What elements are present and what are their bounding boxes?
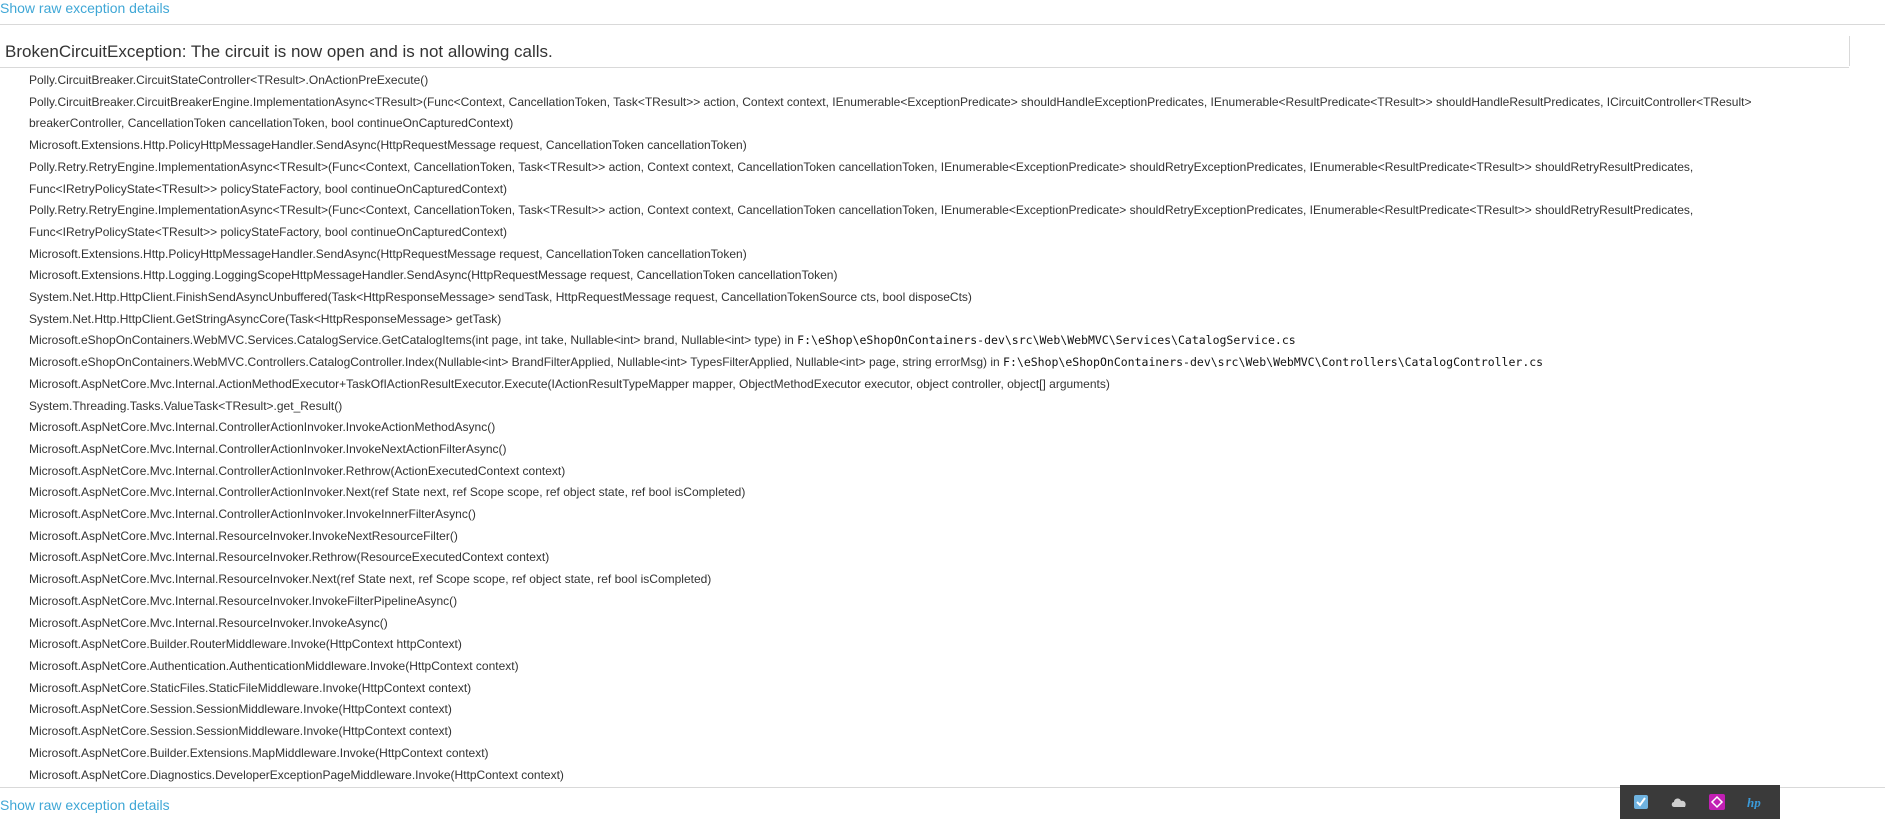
stack-frame: Microsoft.AspNetCore.Mvc.Internal.Contro… [29, 439, 1819, 461]
stack-frame-method: Microsoft.Extensions.Http.PolicyHttpMess… [29, 246, 747, 261]
stack-frame: Microsoft.AspNetCore.Mvc.Internal.Contro… [29, 461, 1819, 483]
stack-frame-method: Polly.CircuitBreaker.CircuitStateControl… [29, 73, 429, 87]
stack-frame: Microsoft.AspNetCore.Mvc.Internal.Resour… [29, 591, 1819, 613]
stack-frame: Microsoft.eShopOnContainers.WebMVC.Contr… [29, 352, 1819, 374]
stack-frame-method: Microsoft.AspNetCore.Mvc.Internal.Resour… [29, 572, 712, 587]
show-raw-exception-details-link-top[interactable]: Show raw exception details [0, 0, 170, 16]
stack-frame: System.Threading.Tasks.ValueTask<TResult… [29, 396, 1819, 418]
system-tray: hp [1620, 785, 1780, 819]
stack-frame: Microsoft.AspNetCore.Mvc.Internal.Resour… [29, 547, 1819, 569]
stack-frame-method: System.Net.Http.HttpClient.FinishSendAsy… [29, 290, 972, 305]
diamond-app-icon[interactable] [1708, 793, 1726, 811]
stack-frame: Microsoft.Extensions.Http.PolicyHttpMess… [29, 244, 1819, 266]
stack-frame: Polly.CircuitBreaker.CircuitBreakerEngin… [29, 92, 1819, 135]
stack-frame: Microsoft.AspNetCore.Authentication.Auth… [29, 656, 1819, 678]
stack-frame-location: F:\eShop\eShopOnContainers-dev\src\Web\W… [1003, 355, 1544, 370]
stack-frame: Microsoft.AspNetCore.Mvc.Internal.Action… [29, 374, 1819, 396]
divider-header [0, 67, 1849, 68]
stack-frame-method: Polly.CircuitBreaker.CircuitBreakerEngin… [29, 94, 1752, 131]
stack-frame: Polly.Retry.RetryEngine.ImplementationAs… [29, 200, 1819, 243]
stack-frame: Microsoft.AspNetCore.Mvc.Internal.Contro… [29, 482, 1819, 504]
stack-frame: Microsoft.AspNetCore.Mvc.Internal.Resour… [29, 569, 1819, 591]
stack-frame-method: Microsoft.Extensions.Http.Logging.Loggin… [29, 268, 838, 283]
stack-frame: Polly.CircuitBreaker.CircuitStateControl… [29, 70, 1819, 92]
stack-frame: Microsoft.AspNetCore.StaticFiles.StaticF… [29, 678, 1819, 700]
stack-frame: Polly.Retry.RetryEngine.ImplementationAs… [29, 157, 1819, 200]
svg-text:hp: hp [1747, 795, 1761, 809]
stack-frame: Microsoft.AspNetCore.Mvc.Internal.Resour… [29, 526, 1819, 548]
stack-frame-method: Microsoft.eShopOnContainers.WebMVC.Contr… [29, 355, 1004, 370]
stack-frame: Microsoft.AspNetCore.Diagnostics.Develop… [29, 765, 1819, 787]
stack-frame: Microsoft.AspNetCore.Mvc.Internal.Contro… [29, 417, 1819, 439]
stack-frame-method: Microsoft.AspNetCore.Mvc.Internal.Contro… [29, 507, 476, 522]
stack-frame: Microsoft.AspNetCore.Mvc.Internal.Resour… [29, 613, 1819, 635]
stack-frame: Microsoft.AspNetCore.Builder.Extensions.… [29, 743, 1819, 765]
stack-frame: Microsoft.AspNetCore.Mvc.Internal.Contro… [29, 504, 1819, 526]
stack-frame-method: Microsoft.AspNetCore.Mvc.Internal.Action… [29, 376, 1110, 391]
stack-frame-method: Microsoft.AspNetCore.Session.SessionMidd… [29, 702, 452, 717]
stack-frame: Microsoft.AspNetCore.Session.SessionMidd… [29, 699, 1819, 721]
stack-frame-method: Microsoft.AspNetCore.Builder.Extensions.… [29, 745, 489, 760]
stack-frame: Microsoft.AspNetCore.Session.SessionMidd… [29, 721, 1819, 743]
stack-frame-method: Polly.Retry.RetryEngine.ImplementationAs… [29, 203, 1694, 239]
hp-icon[interactable]: hp [1746, 793, 1764, 811]
stack-frame-method: Microsoft.Extensions.Http.PolicyHttpMess… [29, 138, 747, 153]
stack-frame-method: System.Threading.Tasks.ValueTask<TResult… [29, 398, 343, 413]
stack-frame-method: Polly.Retry.RetryEngine.ImplementationAs… [29, 159, 1694, 196]
stack-frame-method: Microsoft.AspNetCore.Mvc.Internal.Contro… [29, 441, 507, 456]
divider-top [0, 24, 1885, 25]
stack-frame-method: Microsoft.AspNetCore.Authentication.Auth… [29, 658, 519, 673]
stack-frame: Microsoft.AspNetCore.Builder.RouterMiddl… [29, 634, 1819, 656]
show-raw-exception-details-link-bottom[interactable]: Show raw exception details [0, 797, 170, 813]
exception-header: BrokenCircuitException: The circuit is n… [0, 36, 1850, 66]
divider-bottom [0, 787, 1885, 788]
stack-frame: System.Net.Http.HttpClient.FinishSendAsy… [29, 287, 1819, 309]
stack-frame-method: Microsoft.AspNetCore.Mvc.Internal.Contro… [29, 463, 566, 478]
stack-frame-method: Microsoft.AspNetCore.StaticFiles.StaticF… [29, 680, 472, 695]
cloud-icon[interactable] [1670, 793, 1688, 811]
stack-frame-method: Microsoft.AspNetCore.Mvc.Internal.Resour… [29, 593, 458, 608]
stack-frame: Microsoft.Extensions.Http.PolicyHttpMess… [29, 135, 1819, 157]
stack-frame-method: Microsoft.AspNetCore.Mvc.Internal.Resour… [29, 550, 550, 565]
stack-trace-list: Polly.CircuitBreaker.CircuitStateControl… [29, 70, 1819, 786]
stack-frame: Microsoft.eShopOnContainers.WebMVC.Servi… [29, 330, 1819, 352]
stack-frame-location: F:\eShop\eShopOnContainers-dev\src\Web\W… [797, 333, 1296, 348]
stack-frame-method: Microsoft.AspNetCore.Mvc.Internal.Contro… [29, 420, 496, 435]
stack-frame-method: Microsoft.AspNetCore.Session.SessionMidd… [29, 724, 452, 739]
stack-frame-method: Microsoft.AspNetCore.Mvc.Internal.Resour… [29, 528, 458, 543]
exception-title: BrokenCircuitException: The circuit is n… [5, 42, 553, 61]
stack-frame-method: System.Net.Http.HttpClient.GetStringAsyn… [29, 311, 502, 326]
stack-frame: Microsoft.Extensions.Http.Logging.Loggin… [29, 265, 1819, 287]
stack-frame-method: Microsoft.eShopOnContainers.WebMVC.Servi… [29, 333, 798, 348]
stack-frame-method: Microsoft.AspNetCore.Mvc.Internal.Resour… [29, 615, 388, 630]
stack-frame: System.Net.Http.HttpClient.GetStringAsyn… [29, 309, 1819, 331]
stack-frame-method: Microsoft.AspNetCore.Diagnostics.Develop… [29, 767, 564, 782]
shield-check-icon[interactable] [1632, 793, 1650, 811]
stack-frame-method: Microsoft.AspNetCore.Builder.RouterMiddl… [29, 637, 462, 652]
stack-frame-method: Microsoft.AspNetCore.Mvc.Internal.Contro… [29, 485, 746, 500]
